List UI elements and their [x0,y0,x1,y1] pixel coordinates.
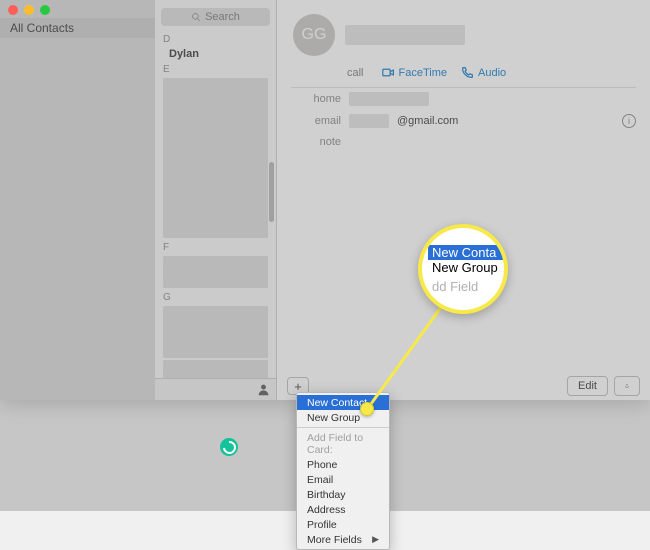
window-maximize-button[interactable] [40,5,50,15]
search-icon [191,12,201,22]
redacted-contacts [163,78,268,238]
section-header-g: G [155,290,276,304]
facetime-button[interactable]: FaceTime [382,66,448,79]
section-header-f: F [155,240,276,254]
contacts-window: All Contacts Search D Dylan E F G GG [0,0,650,400]
info-icon[interactable]: i [622,114,636,128]
sidebar-item-all-contacts[interactable]: All Contacts [0,18,155,38]
email-label: email [291,115,341,127]
traffic-lights [8,5,50,15]
redacted-contacts [163,306,268,358]
contact-detail-pane: GG call FaceTime Audio home email @gmail… [277,0,650,400]
menu-profile[interactable]: Profile [297,517,389,532]
share-button[interactable] [614,376,640,396]
menu-more-fields[interactable]: More Fields ▶ [297,532,389,547]
avatar: GG [293,14,335,56]
email-suffix: @gmail.com [397,115,458,127]
contacts-list-column: Search D Dylan E F G [155,0,277,400]
menu-add-field-header: Add Field to Card: [297,430,389,457]
window-close-button[interactable] [8,5,18,15]
audio-button[interactable]: Audio [461,66,506,79]
home-value-redacted [349,92,429,106]
magnifier-row-selected: New Conta [428,245,504,260]
call-actions-row: call FaceTime Audio [291,62,636,88]
field-email: email @gmail.com i [277,110,650,132]
contact-row-dylan[interactable]: Dylan [155,46,276,62]
callout-leader-line [360,300,450,420]
magnifier-row: New Group [432,260,504,275]
callout-magnifier: New Conta New Group dd Field [418,224,508,314]
magnifier-row-disabled: dd Field [432,279,504,294]
edit-button[interactable]: Edit [567,376,608,396]
menu-email[interactable]: Email [297,472,389,487]
menu-birthday[interactable]: Birthday [297,487,389,502]
callout-anchor-dot [360,402,374,416]
chevron-right-icon: ▶ [372,534,379,545]
person-icon [257,383,270,396]
section-header-d: D [155,32,276,46]
list-footer [155,378,276,400]
home-label: home [291,93,341,105]
contacts-list[interactable]: D Dylan E F G [155,32,276,378]
email-value-redacted [349,114,389,128]
video-icon [382,66,395,79]
scrollbar-thumb[interactable] [269,162,274,222]
grammarly-icon[interactable] [220,438,238,456]
window-minimize-button[interactable] [24,5,34,15]
field-note: note [277,132,650,152]
field-home: home [277,88,650,110]
redacted-contacts [163,256,268,288]
phone-icon [461,66,474,79]
share-icon [625,380,629,392]
call-label: call [347,67,364,79]
menu-address[interactable]: Address [297,502,389,517]
menu-phone[interactable]: Phone [297,457,389,472]
section-header-e: E [155,62,276,76]
menu-separator [297,427,389,428]
note-label: note [291,136,341,148]
search-input[interactable]: Search [161,8,270,26]
groups-sidebar: All Contacts [0,0,155,400]
redacted-contacts [163,360,268,378]
search-placeholder: Search [205,11,240,23]
contact-name-redacted [345,25,465,45]
